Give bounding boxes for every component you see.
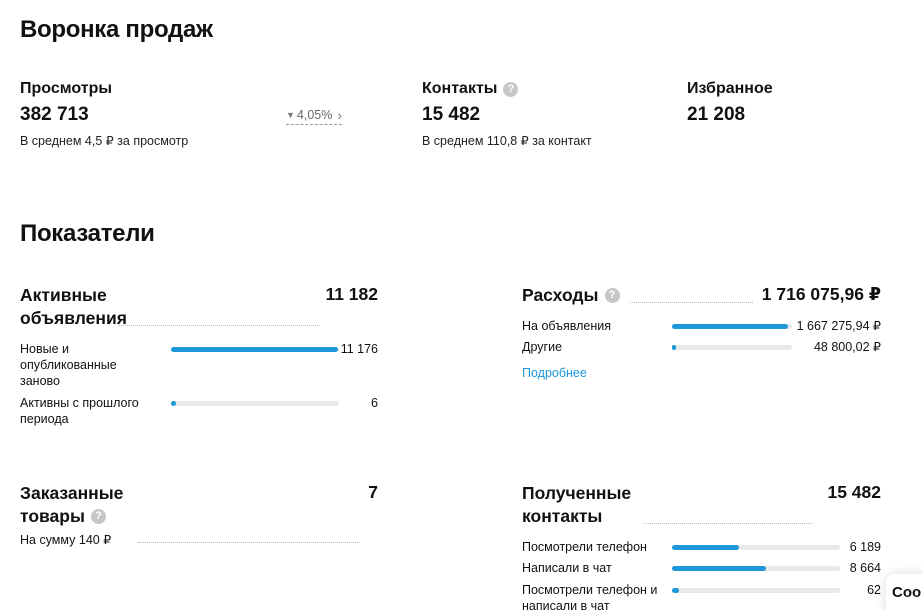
- expenses-row-ads-bar: [672, 324, 792, 329]
- expenses-block: Расходы ? 1 716 075,96 ₽: [522, 284, 881, 307]
- expenses-row-other-bar: [672, 345, 792, 350]
- expenses-more-link[interactable]: Подробнее: [522, 366, 587, 380]
- views-metric: Просмотры 382 713 В среднем 4,5 ₽ за про…: [20, 80, 188, 148]
- received-row-chat-label: Написали в чат: [522, 561, 612, 575]
- active-row-new: Новые и опубликованные заново 11 176: [20, 341, 378, 389]
- active-row-new-fill: [171, 347, 339, 352]
- expenses-row-ads-label: На объявления: [522, 319, 611, 333]
- expenses-total: 1 716 075,96 ₽: [761, 284, 881, 304]
- views-sub: В среднем 4,5 ₽ за просмотр: [20, 134, 189, 148]
- help-icon[interactable]: ?: [503, 81, 519, 97]
- views-trend-value: 4,05%: [296, 108, 333, 122]
- received-row-chat-value: 8 664: [849, 561, 881, 575]
- expenses-row-other-value: 48 800,02 ₽: [813, 340, 881, 354]
- orders-block: Заказанные 7 товары ? На сумму 140 ₽: [20, 482, 378, 547]
- help-icon[interactable]: ?: [604, 288, 620, 303]
- active-row-new-value: 11 176: [340, 342, 378, 356]
- expenses-row-ads-fill: [672, 324, 789, 329]
- views-value: 382 713: [20, 104, 89, 125]
- contacts-value: 15 482: [422, 104, 481, 125]
- favorites-label: Избранное: [687, 80, 773, 97]
- cookie-banner[interactable]: Coo: [886, 574, 922, 610]
- received-contacts-block: Полученные 15 482 контакты: [522, 482, 881, 528]
- funnel-title: Воронка продаж: [20, 16, 213, 43]
- received-row-both: Посмотрели телефон и написали в чат 62: [522, 582, 881, 610]
- received-row-phone-label: Посмотрели телефон: [522, 540, 647, 554]
- received-total: 15 482: [827, 482, 881, 502]
- received-row-chat-bar: [672, 566, 840, 571]
- indicators-title: Показатели: [20, 220, 155, 247]
- received-row-phone: Посмотрели телефон 6 189: [522, 539, 881, 557]
- expenses-row-other-fill: [672, 345, 676, 350]
- active-row-prev-bar: [171, 401, 339, 406]
- dotted-leader: [644, 495, 813, 524]
- active-row-prev-value: 6: [371, 396, 378, 410]
- expenses-title: Расходы: [522, 285, 599, 305]
- help-icon[interactable]: ?: [90, 509, 106, 524]
- views-label: Просмотры: [20, 80, 113, 97]
- active-row-prev-fill: [171, 401, 177, 406]
- received-row-both-label: Посмотрели телефон и написали в чат: [522, 583, 658, 610]
- dotted-leader: [138, 495, 360, 543]
- received-row-phone-bar: [672, 545, 840, 550]
- expenses-row-other-label: Другие: [522, 340, 563, 354]
- views-trend[interactable]: ▼ 4,05% ›: [286, 107, 343, 125]
- received-row-chat: Написали в чат 8 664: [522, 560, 881, 578]
- active-row-prev: Активны с прошлого периода 6: [20, 395, 378, 429]
- received-row-phone-fill: [672, 545, 740, 550]
- active-row-prev-label: Активны с прошлого периода: [20, 396, 139, 426]
- dotted-leader: [630, 297, 753, 303]
- chevron-right-icon: ›: [337, 107, 343, 123]
- favorites-metric: Избранное 21 208: [687, 80, 773, 126]
- active-ads-total: 11 182: [325, 284, 378, 304]
- orders-title-2: товары: [20, 506, 85, 526]
- orders-total: 7: [368, 482, 378, 502]
- favorites-value: 21 208: [687, 104, 746, 125]
- contacts-label: Контакты: [422, 80, 498, 97]
- expenses-row-ads: На объявления 1 667 275,94 ₽: [522, 318, 881, 336]
- received-row-phone-value: 6 189: [849, 540, 881, 554]
- received-row-both-value: 62: [867, 583, 881, 597]
- contacts-metric: Контакты ? 15 482 В среднем 110,8 ₽ за к…: [422, 80, 592, 148]
- active-row-new-label: Новые и опубликованные заново: [20, 342, 117, 388]
- received-row-both-fill: [672, 588, 679, 593]
- contacts-sub: В среднем 110,8 ₽ за контакт: [422, 134, 592, 148]
- received-row-both-bar: [672, 588, 840, 593]
- expenses-row-ads-value: 1 667 275,94 ₽: [796, 319, 881, 333]
- received-row-chat-fill: [672, 566, 767, 571]
- active-ads-block: Активные 11 182 объявления: [20, 284, 378, 330]
- funnel-filter-icon: ▼: [286, 110, 295, 120]
- dotted-leader: [118, 297, 320, 326]
- expenses-row-other: Другие 48 800,02 ₽: [522, 339, 881, 357]
- active-row-new-bar: [171, 347, 339, 352]
